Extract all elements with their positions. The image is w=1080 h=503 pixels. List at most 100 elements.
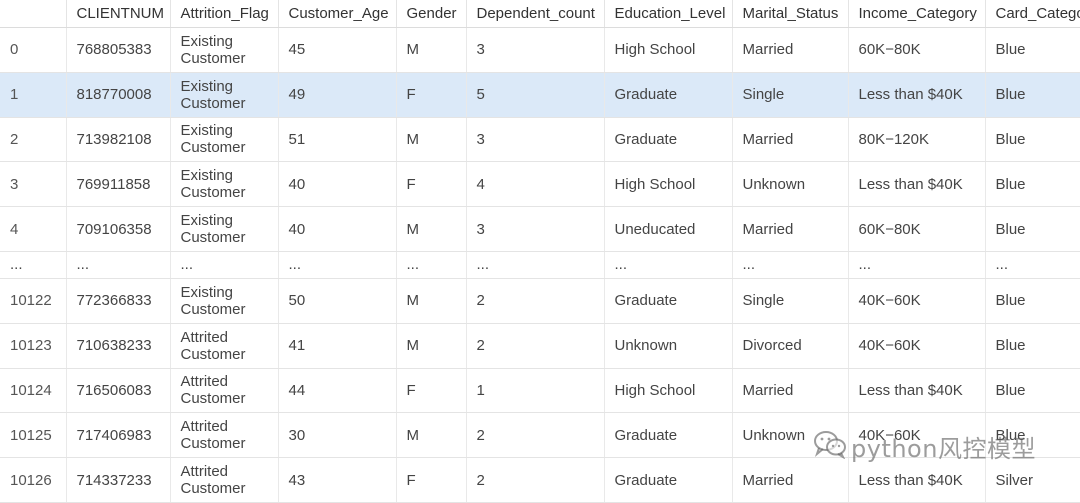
clientnum-cell: 769911858 — [66, 161, 171, 208]
table-row[interactable]: 10124 716506083 Attrited Customer 44 F 1 High … — [0, 368, 1080, 414]
index-cell: 3 — [0, 161, 67, 208]
index-cell: 4 — [0, 206, 67, 252]
dependent-count-cell: 2 — [466, 278, 605, 324]
marital-status-cell: Single — [732, 278, 849, 324]
customer-age-cell: 44 — [278, 368, 397, 414]
ellipsis-cell: ... — [396, 251, 467, 279]
table-row[interactable]: 4 709106358 Existing Customer 40 M 3 Uneducate… — [0, 206, 1080, 252]
gender-cell: M — [396, 27, 467, 73]
clientnum-cell: 709106358 — [66, 206, 171, 252]
marital-status-cell: Divorced — [732, 323, 849, 369]
attrition-flag-cell: Existing Customer — [170, 161, 279, 208]
gender-cell: F — [396, 72, 467, 118]
customer-age-cell: 40 — [278, 206, 397, 252]
col-header-card-category[interactable]: Card_Catego — [985, 0, 1080, 28]
gender-cell: F — [396, 161, 467, 208]
table-row[interactable]: 3 769911858 Existing Customer 40 F 4 High Scho… — [0, 161, 1080, 208]
index-cell: 10124 — [0, 368, 67, 414]
card-category-cell: Blue — [985, 412, 1080, 459]
ellipsis-cell: ... — [985, 251, 1080, 279]
education-level-cell: Graduate — [604, 278, 733, 324]
education-level-cell: Graduate — [604, 412, 733, 459]
ellipsis-cell: ... — [732, 251, 849, 279]
index-cell: 1 — [0, 72, 67, 118]
card-category-cell: Blue — [985, 72, 1080, 118]
table-row[interactable]: 1 818770008 Existing Customer 49 F 5 Graduate S… — [0, 72, 1080, 118]
header-row: CLIENTNUM Attrition_Flag Customer_Age Ge… — [0, 0, 1080, 28]
marital-status-cell: Married — [732, 368, 849, 414]
attrition-flag-cell: Existing Customer — [170, 117, 279, 163]
attrition-flag-cell: Attrited Customer — [170, 323, 279, 369]
col-header-education-level[interactable]: Education_Level — [604, 0, 733, 28]
clientnum-cell: 716506083 — [66, 368, 171, 414]
table-row[interactable]: 10125 717406983 Attrited Customer 30 M 2 Gradu… — [0, 412, 1080, 459]
attrition-flag-cell: Existing Customer — [170, 27, 279, 73]
table-row[interactable]: 2 713982108 Existing Customer 51 M 3 Graduate M… — [0, 117, 1080, 163]
income-category-cell: 80K−120K — [848, 117, 986, 163]
ellipsis-cell: ... — [466, 251, 605, 279]
index-cell: 10122 — [0, 278, 67, 324]
education-level-cell: Uneducated — [604, 206, 733, 252]
card-category-cell: Blue — [985, 206, 1080, 252]
income-category-cell: 40K−60K — [848, 278, 986, 324]
index-header[interactable] — [0, 0, 67, 28]
col-header-clientnum[interactable]: CLIENTNUM — [66, 0, 171, 28]
clientnum-cell: 772366833 — [66, 278, 171, 324]
ellipsis-cell: ... — [170, 251, 279, 279]
education-level-cell: Unknown — [604, 323, 733, 369]
customer-age-cell: 30 — [278, 412, 397, 459]
attrition-flag-cell: Attrited Customer — [170, 368, 279, 414]
index-cell: 2 — [0, 117, 67, 163]
table-row[interactable]: 10123 710638233 Attrited Customer 41 M 2 Unkno… — [0, 323, 1080, 369]
marital-status-cell: Married — [732, 117, 849, 163]
col-header-customer-age[interactable]: Customer_Age — [278, 0, 397, 28]
marital-status-cell: Married — [732, 206, 849, 252]
attrition-flag-cell: Existing Customer — [170, 72, 279, 118]
dependent-count-cell: 3 — [466, 117, 605, 163]
col-header-dependent-count[interactable]: Dependent_count — [466, 0, 605, 28]
table-row[interactable]: 0 768805383 Existing Customer 45 M 3 High Scho… — [0, 27, 1080, 73]
col-header-marital-status[interactable]: Marital_Status — [732, 0, 849, 28]
customer-age-cell: 49 — [278, 72, 397, 118]
dependent-count-cell: 2 — [466, 323, 605, 369]
marital-status-cell: Single — [732, 72, 849, 118]
gender-cell: M — [396, 278, 467, 324]
card-category-cell: Blue — [985, 161, 1080, 208]
clientnum-cell: 713982108 — [66, 117, 171, 163]
ellipsis-cell: ... — [66, 251, 171, 279]
clientnum-cell: 768805383 — [66, 27, 171, 73]
customer-age-cell: 40 — [278, 161, 397, 208]
clientnum-cell: 710638233 — [66, 323, 171, 369]
col-header-gender[interactable]: Gender — [396, 0, 467, 28]
col-header-income-category[interactable]: Income_Category — [848, 0, 986, 28]
income-category-cell: 40K−60K — [848, 412, 986, 459]
marital-status-cell: Married — [732, 27, 849, 73]
index-cell: 10125 — [0, 412, 67, 459]
dependent-count-cell: 5 — [466, 72, 605, 118]
gender-cell: M — [396, 206, 467, 252]
ellipsis-cell: ... — [0, 251, 67, 279]
attrition-flag-cell: Attrited Customer — [170, 412, 279, 459]
index-cell: 0 — [0, 27, 67, 73]
education-level-cell: Graduate — [604, 117, 733, 163]
table-row[interactable]: 10122 772366833 Existing Customer 50 M 2 Gradu… — [0, 278, 1080, 324]
ellipsis-cell: ... — [848, 251, 986, 279]
dependent-count-cell: 3 — [466, 27, 605, 73]
customer-age-cell: 45 — [278, 27, 397, 73]
income-category-cell: 40K−60K — [848, 323, 986, 369]
gender-cell: M — [396, 323, 467, 369]
education-level-cell: High School — [604, 161, 733, 208]
col-header-attrition-flag[interactable]: Attrition_Flag — [170, 0, 279, 28]
ellipsis-row[interactable]: .............................. — [0, 251, 1080, 279]
attrition-flag-cell: Existing Customer — [170, 206, 279, 252]
dataframe-table: CLIENTNUM Attrition_Flag Customer_Age Ge… — [0, 0, 1080, 503]
card-category-cell: Blue — [985, 278, 1080, 324]
customer-age-cell: 41 — [278, 323, 397, 369]
marital-status-cell: Unknown — [732, 412, 849, 459]
index-cell: 10123 — [0, 323, 67, 369]
income-category-cell: Less than $40K — [848, 368, 986, 414]
income-category-cell: 60K−80K — [848, 206, 986, 252]
gender-cell: F — [396, 368, 467, 414]
dependent-count-cell: 3 — [466, 206, 605, 252]
customer-age-cell: 51 — [278, 117, 397, 163]
